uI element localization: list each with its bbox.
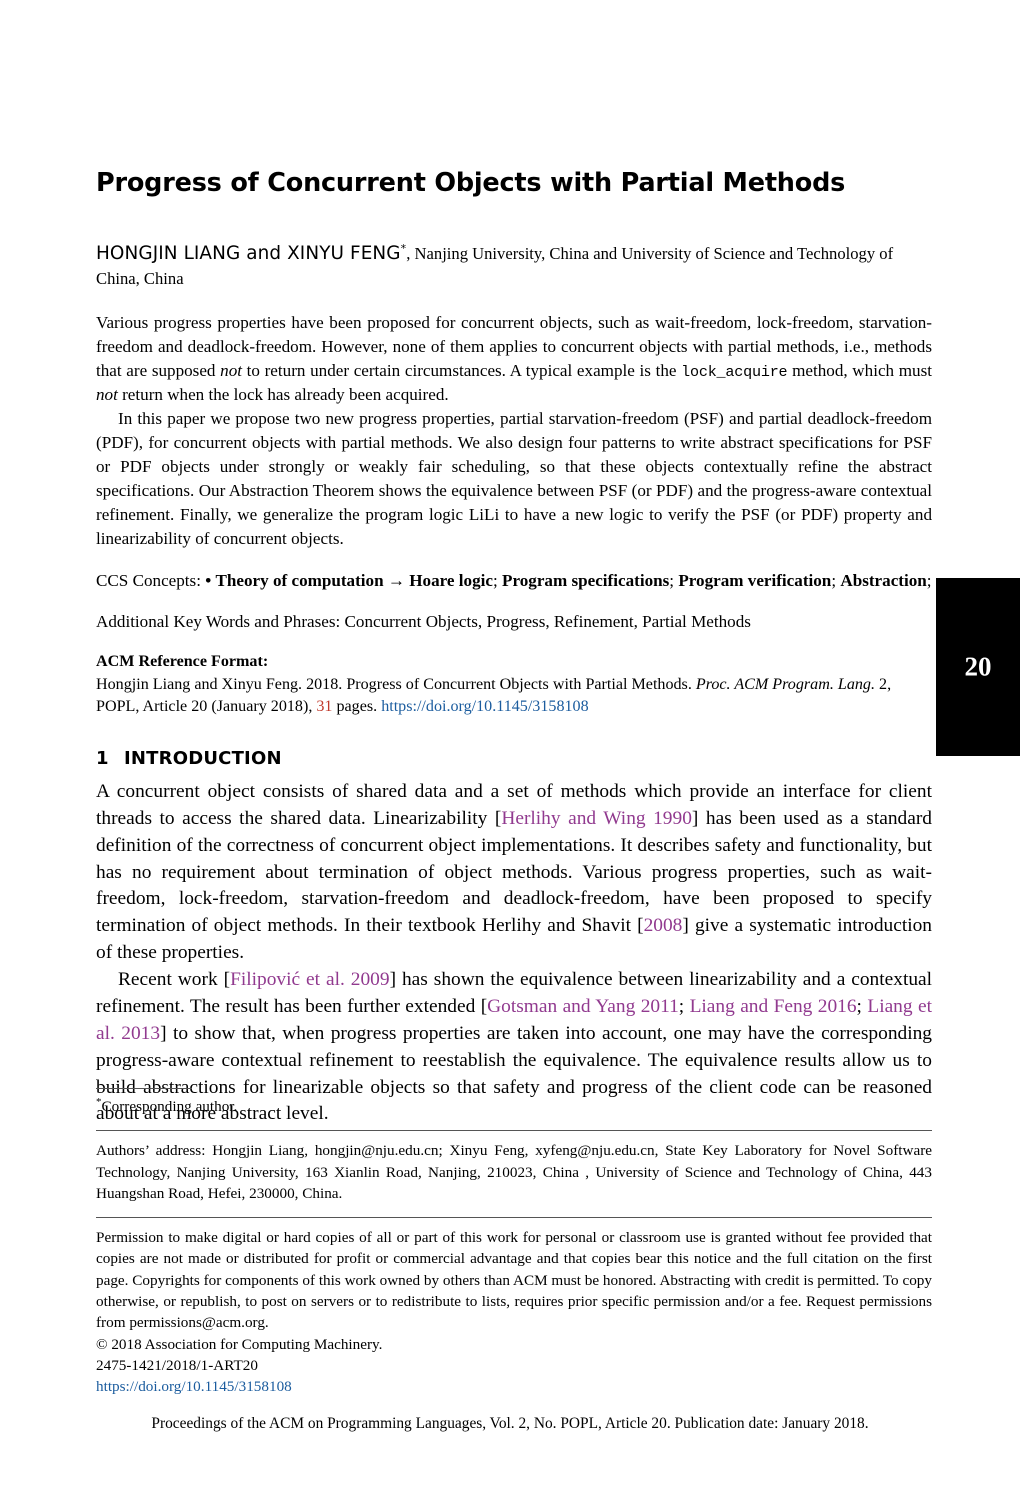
ccs-arrow-icon: → [387, 571, 405, 591]
ccs-sep-2: ; [831, 571, 837, 591]
ccs-concepts: CCS Concepts: • Theory of computation → … [96, 569, 932, 593]
abstract: Various progress properties have been pr… [96, 311, 932, 551]
citation-filipovic-2009[interactable]: Filipović et al. 2009 [230, 969, 390, 990]
footnote-divider-address [96, 1130, 932, 1132]
permission-block: Permission to make digital or hard copie… [96, 1227, 932, 1397]
introduction-body: A concurrent object consists of shared d… [96, 779, 932, 1128]
corresponding-author-note: *Corresponding author. [96, 1096, 932, 1117]
citation-herlihy-wing-1990[interactable]: Herlihy and Wing 1990 [501, 808, 692, 829]
reference-doi-link[interactable]: https://doi.org/10.1145/3158108 [381, 698, 588, 715]
footnote-divider-short [96, 1088, 192, 1089]
reference-text-c: pages. [332, 697, 382, 715]
issn-text: 2475-1421/2018/1-ART20 [96, 1356, 258, 1374]
intro-p2-a: Recent work [ [118, 969, 231, 991]
citation-herlihy-shavit-2008[interactable]: 2008 [644, 915, 683, 936]
reference-format-heading: ACM Reference Format: [96, 653, 269, 671]
article-number: 20 [964, 651, 992, 682]
ccs-concept-0: Hoare logic [409, 571, 493, 591]
acm-reference-format: ACM Reference Format: Hongjin Liang and … [96, 651, 932, 718]
reference-page-count: 31 [316, 697, 333, 715]
abstract-p1-b: to return under certain circumstances. A… [241, 361, 682, 381]
ccs-sep-3: ; [926, 571, 932, 591]
keywords-value: Concurrent Objects, Progress, Refinement… [344, 612, 751, 632]
abstract-p1-c: method, which must [787, 361, 932, 381]
citation-liang-feng-2016[interactable]: Liang and Feng 2016 [690, 996, 857, 1017]
page-footer: Proceedings of the ACM on Programming La… [151, 1415, 869, 1432]
keywords-label: Additional Key Words and Phrases: [96, 612, 341, 632]
reference-text-a: Hongjin Liang and Xinyu Feng. 2018. Prog… [96, 675, 696, 693]
abstract-paragraph-1: Various progress properties have been pr… [96, 311, 932, 407]
ccs-concept-2: Program verification [678, 571, 832, 591]
paper-page: Progress of Concurrent Objects with Part… [0, 0, 1020, 1511]
abstract-code-lock-acquire: lock_acquire [681, 363, 788, 382]
keywords: Additional Key Words and Phrases: Concur… [96, 610, 932, 634]
copyright-text: © 2018 Association for Computing Machine… [96, 1335, 383, 1353]
permission-text: Permission to make digital or hard copie… [96, 1229, 932, 1332]
footnote-divider-permission [96, 1217, 932, 1219]
authors-address-text: Authors’ address: Hongjin Liang, hongjin… [96, 1142, 932, 1202]
abstract-p1-d: return when the lock has already been ac… [117, 385, 449, 405]
section-heading-introduction: 1 INTRODUCTION [96, 748, 932, 769]
section-title: INTRODUCTION [124, 747, 282, 769]
ccs-concept-1: Program specifications [502, 571, 670, 591]
intro-p2-sep-2: ; [856, 995, 868, 1017]
authors-block: HONGJIN LIANG and XINYU FENG*, Nanjing U… [96, 241, 932, 292]
authors-address-block: Authors’ address: Hongjin Liang, hongjin… [96, 1140, 932, 1204]
section-number: 1 [96, 747, 109, 769]
footnote-doi-link[interactable]: https://doi.org/10.1145/3158108 [96, 1376, 932, 1397]
ccs-sep-0: ; [492, 571, 498, 591]
citation-gotsman-yang-2011[interactable]: Gotsman and Yang 2011 [487, 996, 679, 1017]
ccs-bullet-icon: • [205, 571, 212, 591]
ccs-label: CCS Concepts: [96, 571, 201, 591]
reference-journal-name: Proc. ACM Program. Lang. [695, 675, 875, 693]
page-content: Progress of Concurrent Objects with Part… [96, 0, 932, 1128]
author-names: HONGJIN LIANG and XINYU FENG* [96, 242, 406, 264]
intro-paragraph-1: A concurrent object consists of shared d… [96, 779, 932, 967]
ccs-category: Theory of computation [215, 571, 384, 591]
article-number-badge: 20 [936, 578, 1020, 756]
abstract-emph-not-2: not [96, 385, 118, 405]
author-names-text: HONGJIN LIANG and XINYU FENG [96, 242, 401, 264]
ccs-concept-3: Abstraction [840, 571, 927, 591]
abstract-paragraph-2: In this paper we propose two new progres… [96, 409, 932, 549]
ccs-sep-1: ; [669, 571, 675, 591]
page-title: Progress of Concurrent Objects with Part… [96, 168, 846, 198]
intro-p2-sep-1: ; [678, 995, 690, 1017]
abstract-emph-not-1: not [220, 361, 242, 381]
footnote-area: *Corresponding author. Authors’ address:… [96, 1088, 932, 1397]
corresponding-note-text: Corresponding author. [101, 1098, 238, 1115]
